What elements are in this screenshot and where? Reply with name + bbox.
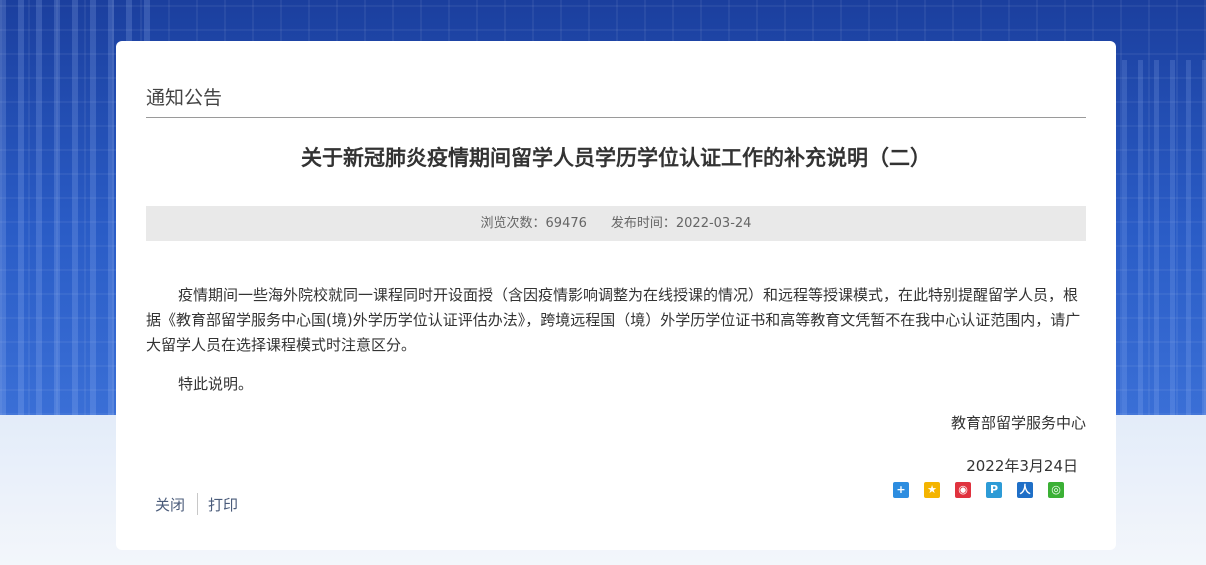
view-count: 浏览次数：69476 (480, 216, 587, 231)
share-more-icon[interactable]: + (893, 482, 909, 498)
close-link[interactable]: 关闭 (155, 494, 185, 515)
section-title: 通知公告 (146, 87, 223, 109)
section-divider (146, 117, 1086, 118)
notice-card: 通知公告 关于新冠肺炎疫情期间留学人员学历学位认证工作的补充说明（二） 浏览次数… (116, 41, 1116, 550)
publish-date: 发布时间：2022-03-24 (610, 216, 752, 231)
share-toolbar: + ★ ◉ P 人 ◎ (893, 482, 1064, 498)
weibo-icon[interactable]: ◉ (955, 482, 971, 498)
tencent-weibo-icon[interactable]: P (986, 482, 1002, 498)
article-title: 关于新冠肺炎疫情期间留学人员学历学位认证工作的补充说明（二） (301, 146, 931, 170)
qzone-icon[interactable]: ★ (924, 482, 940, 498)
article-body: 疫情期间一些海外院校就同一课程同时开设面授（含因疫情影响调整为在线授课的情况）和… (146, 283, 1086, 393)
article-date: 2022年3月24日 (966, 457, 1078, 475)
actions-divider (197, 493, 199, 515)
article-meta-bar: 浏览次数：69476 发布时间：2022-03-24 (146, 206, 1086, 241)
article-signature: 教育部留学服务中心 (950, 414, 1086, 432)
article-paragraph: 特此说明。 (178, 375, 254, 393)
print-link[interactable]: 打印 (208, 494, 238, 515)
renren-icon[interactable]: 人 (1017, 482, 1033, 498)
wechat-icon[interactable]: ◎ (1048, 482, 1064, 498)
article-paragraph: 疫情期间一些海外院校就同一课程同时开设面授（含因疫情影响调整为在线授课的情况）和… (146, 286, 1081, 354)
article-actions: 关闭 打印 (155, 493, 238, 515)
